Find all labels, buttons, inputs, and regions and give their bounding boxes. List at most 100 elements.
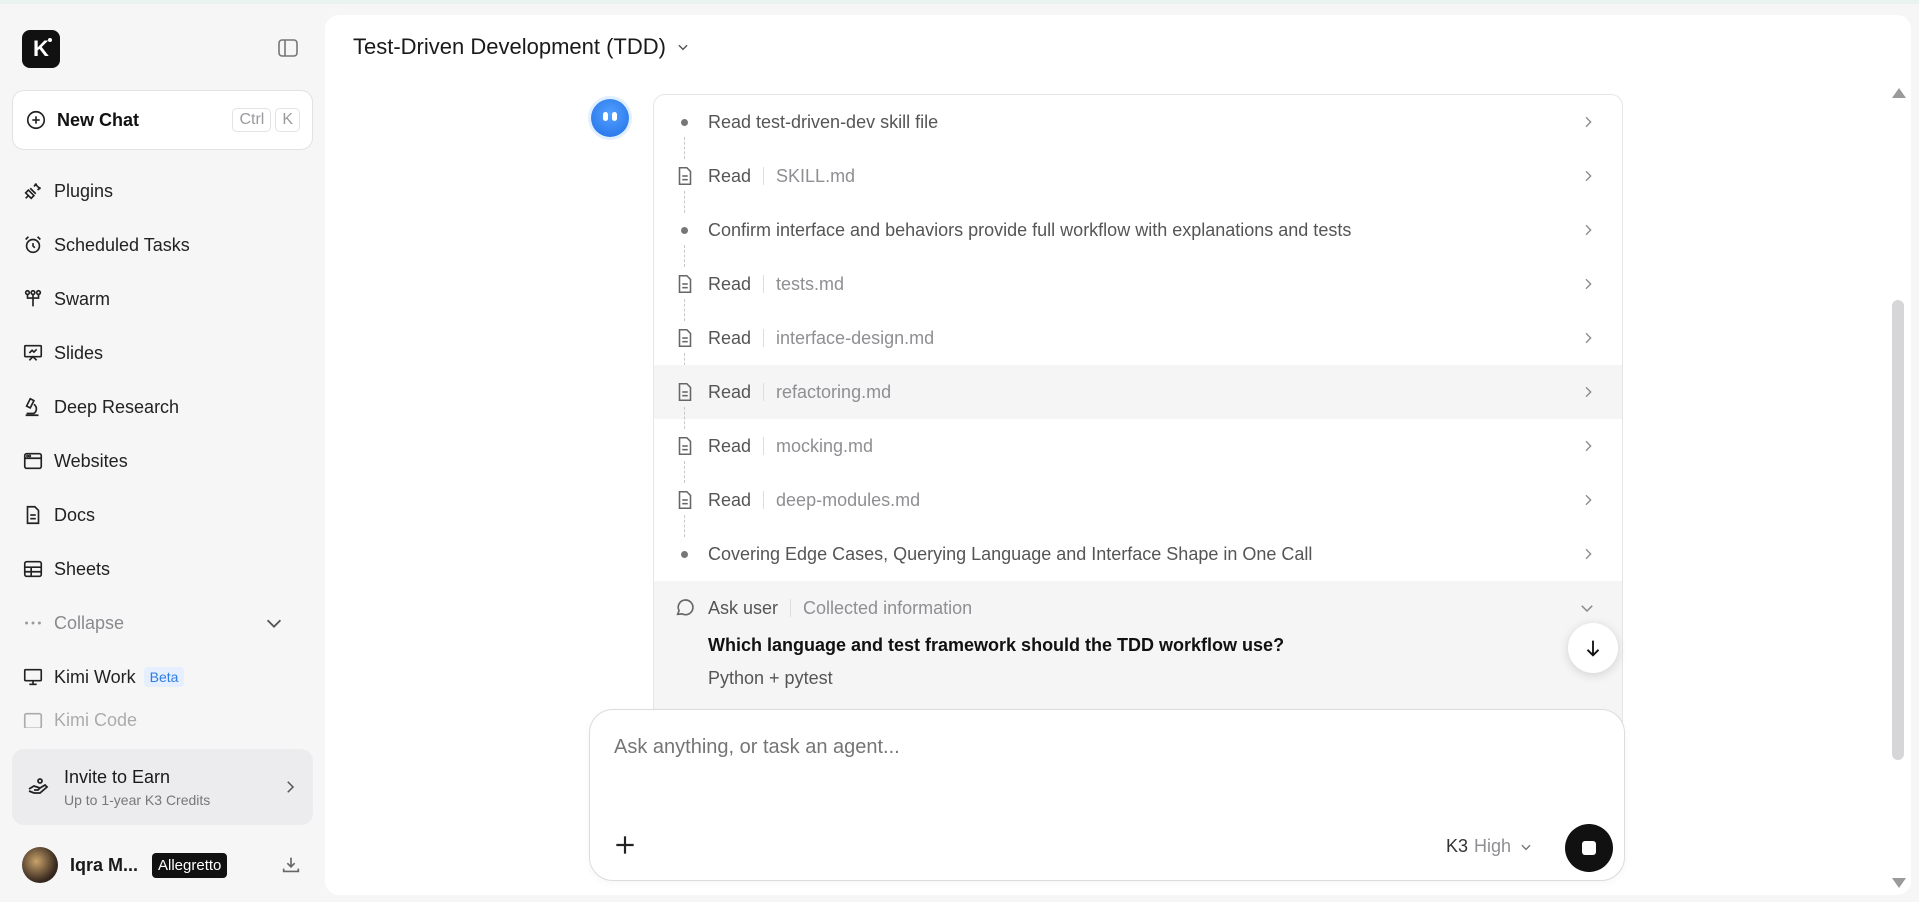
shortcut-hint: Ctrl K: [228, 108, 300, 132]
chevron-right-icon: [287, 781, 295, 793]
invite-to-earn-card[interactable]: Invite to Earn Up to 1-year K3 Credits: [12, 749, 313, 825]
step-text: Covering Edge Cases, Querying Language a…: [708, 543, 1313, 564]
scrollbar-up-arrow[interactable]: [1892, 88, 1906, 98]
step-verb: Read: [708, 327, 752, 348]
scroll-to-bottom-button[interactable]: [1568, 623, 1618, 673]
agent-steps-panel: Read test-driven-dev skill file Read SKI…: [653, 94, 1623, 734]
new-chat-button[interactable]: New Chat Ctrl K: [12, 90, 313, 150]
code-icon: [23, 712, 43, 728]
sidebar-item-sheets[interactable]: Sheets: [12, 542, 313, 596]
step-verb: Read: [708, 435, 752, 456]
user-name: Iqra M...: [70, 854, 139, 875]
sidebar-nav: Plugins Scheduled Tasks Swarm Slides Dee…: [12, 164, 313, 728]
plug-icon: [24, 183, 41, 200]
scrollbar-down-arrow[interactable]: [1892, 878, 1906, 888]
chat-title-dropdown[interactable]: Test-Driven Development (TDD): [353, 34, 690, 60]
sidebar-item-label: Docs: [54, 504, 96, 525]
collapse-label: Collapse: [54, 612, 125, 633]
step-row[interactable]: Read tests.md: [654, 257, 1622, 321]
ask-user-step: Ask user Collected information Which lan…: [654, 581, 1622, 721]
sidebar-item-deep-research[interactable]: Deep Research: [12, 380, 313, 434]
assistant-avatar: [591, 99, 629, 137]
document-icon: [26, 505, 40, 525]
model-name: K3: [1446, 836, 1469, 856]
invite-title: Invite to Earn: [64, 766, 171, 787]
chevron-right-icon: [1585, 332, 1592, 344]
user-profile[interactable]: Iqra M... Allegretto: [22, 846, 302, 884]
sidebar-item-scheduled-tasks[interactable]: Scheduled Tasks: [12, 218, 313, 272]
sidebar-toggle-icon[interactable]: [276, 36, 300, 60]
chevron-right-icon: [1585, 170, 1592, 182]
sidebar-item-docs[interactable]: Docs: [12, 488, 313, 542]
invite-subtitle: Up to 1-year K3 Credits: [64, 791, 211, 808]
sidebar-item-swarm[interactable]: Swarm: [12, 272, 313, 326]
sidebar-item-kimi-work[interactable]: Kimi Work Beta: [12, 650, 313, 704]
step-file: SKILL.md: [776, 165, 856, 186]
file-icon: [678, 490, 692, 510]
step-verb: Read: [708, 273, 752, 294]
ask-user-header[interactable]: Ask user Collected information: [654, 581, 1622, 635]
sidebar-item-websites[interactable]: Websites: [12, 434, 313, 488]
chevron-down-icon: [678, 44, 688, 51]
chevron-right-icon: [1585, 548, 1592, 560]
step-row[interactable]: Read interface-design.md: [654, 311, 1622, 375]
sidebar-item-plugins[interactable]: Plugins: [12, 164, 313, 218]
step-row[interactable]: Read mocking.md: [654, 419, 1622, 483]
microscope-icon: [25, 397, 39, 417]
gift-hand-icon: [28, 778, 49, 794]
table-icon: [23, 560, 43, 578]
bullet-dot-icon: [681, 227, 688, 234]
message-input[interactable]: [614, 736, 1514, 759]
stop-generation-button[interactable]: [1565, 824, 1613, 872]
message-composer: K3 High: [589, 709, 1625, 881]
chevron-down-icon: [1581, 605, 1593, 613]
kimi-logo[interactable]: K: [22, 30, 60, 68]
new-chat-label: New Chat: [57, 109, 140, 130]
chevron-right-icon: [1585, 440, 1592, 452]
alarm-clock-icon: [25, 236, 41, 254]
bullet-dot-icon: [681, 119, 688, 126]
shortcut-key: K: [275, 108, 300, 132]
step-row[interactable]: Read test-driven-dev skill file: [654, 95, 1622, 159]
plan-badge: Allegretto: [152, 852, 228, 878]
add-attachment-icon[interactable]: [612, 832, 638, 858]
step-row[interactable]: Confirm interface and behaviors provide …: [654, 203, 1622, 267]
step-row[interactable]: Read refactoring.md: [654, 365, 1622, 429]
presentation-icon: [23, 344, 43, 361]
step-file: deep-modules.md: [776, 489, 921, 510]
download-icon[interactable]: [280, 854, 302, 876]
chevron-right-icon: [1585, 224, 1592, 236]
sidebar-item-slides[interactable]: Slides: [12, 326, 313, 380]
sidebar-item-label: Kimi Work: [54, 666, 136, 687]
sidebar-item-label: Websites: [54, 450, 128, 471]
page-title: Test-Driven Development (TDD): [353, 34, 666, 59]
step-row[interactable]: Read deep-modules.md: [654, 473, 1622, 537]
avatar[interactable]: [22, 847, 58, 883]
step-file: tests.md: [776, 273, 845, 294]
arrow-down-icon: [1586, 640, 1600, 657]
scrollbar-thumb[interactable]: [1892, 300, 1904, 760]
sidebar-item-label: Slides: [54, 342, 104, 363]
sidebar-collapse[interactable]: Collapse: [12, 596, 313, 650]
chat-bubble-icon: [676, 599, 694, 616]
step-file: mocking.md: [776, 435, 874, 456]
step-text: Read test-driven-dev skill file: [708, 111, 939, 132]
file-icon: [678, 436, 692, 456]
step-verb: Ask user: [708, 597, 779, 618]
chevron-right-icon: [1585, 278, 1592, 290]
sidebar: K New Chat Ctrl K Plugins Scheduled Task…: [0, 4, 325, 902]
chat-panel: Test-Driven Development (TDD) Read test-…: [325, 15, 1911, 895]
chevron-down-icon: [266, 619, 282, 628]
plus-circle-icon: [26, 110, 46, 130]
sidebar-item-label: Swarm: [54, 288, 111, 309]
sidebar-item-label: Scheduled Tasks: [54, 234, 190, 255]
file-icon: [678, 274, 692, 294]
step-row[interactable]: Read SKILL.md: [654, 149, 1622, 213]
step-row[interactable]: Covering Edge Cases, Querying Language a…: [654, 527, 1622, 581]
sidebar-item-label: Plugins: [54, 180, 114, 201]
sidebar-item-label: Sheets: [54, 558, 111, 579]
model-selector[interactable]: K3 High: [1446, 836, 1533, 857]
sidebar-item-kimi-code[interactable]: Kimi Code: [12, 704, 313, 728]
file-icon: [678, 166, 692, 186]
step-verb: Read: [708, 381, 752, 402]
